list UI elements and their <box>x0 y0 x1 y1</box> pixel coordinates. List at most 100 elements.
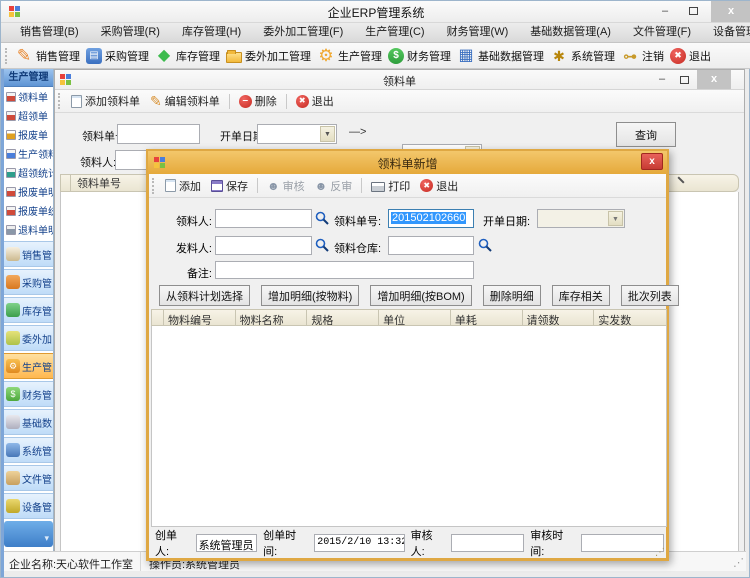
inventory-related-button[interactable]: 库存相关 <box>552 285 610 306</box>
sidebar-group-system[interactable]: 系统管 <box>4 437 53 463</box>
sidebar-group-production[interactable]: ⚙生产管 <box>4 353 53 379</box>
detail-grid-header[interactable]: 物料编号 物料名称 规格 单位 单耗 请领数 实发数 <box>151 309 667 326</box>
resize-grip-icon[interactable]: ⋰ <box>733 556 744 569</box>
search-icon[interactable] <box>314 210 330 226</box>
picker-input[interactable] <box>215 209 312 228</box>
detail-grid-body[interactable] <box>151 326 667 527</box>
col-material-no[interactable]: 物料编号 <box>164 310 236 325</box>
sidebar-group-purchase[interactable]: 采购管 <box>4 269 53 295</box>
toolbar-logout[interactable]: ⊶注销 <box>618 47 667 65</box>
toolbar-finance[interactable]: $财务管理 <box>385 48 454 64</box>
dialog-save-button[interactable]: 保存 <box>207 178 252 194</box>
toolbar-sales[interactable]: ✎销售管理 <box>12 47 83 65</box>
chevron-down-icon: ▾ <box>44 533 49 544</box>
date-combo[interactable]: ▼ <box>537 209 625 228</box>
menu-finance[interactable]: 财务管理(W) <box>436 23 520 42</box>
chevron-down-icon[interactable]: ▼ <box>320 126 335 142</box>
menu-equipment[interactable]: 设备管理(M) <box>702 23 750 42</box>
order-no-input[interactable] <box>117 124 200 144</box>
date-from-combo[interactable]: ▼ <box>257 124 337 144</box>
doc-icon <box>6 92 16 102</box>
child-minimize-button[interactable]: – <box>652 70 672 89</box>
menu-outsourcing[interactable]: 委外加工管理(F) <box>252 23 354 42</box>
search-icon[interactable] <box>314 237 330 253</box>
edit-request-button[interactable]: ✎编辑领料单 <box>146 93 224 109</box>
issuer-input[interactable] <box>215 236 312 255</box>
add-detail-by-bom-button[interactable]: 增加明细(按BOM) <box>370 285 471 306</box>
dialog-add-button[interactable]: 添加 <box>161 178 205 194</box>
query-button[interactable]: 查询 <box>616 122 676 147</box>
dialog-print-button[interactable]: 打印 <box>367 178 414 194</box>
dialog-titlebar[interactable]: 领料单新增 x <box>148 151 667 174</box>
close-button[interactable]: x <box>711 1 750 22</box>
sidebar-item-scrap-stats[interactable]: 报废单统 <box>4 201 53 220</box>
sidebar-item-scrap[interactable]: 报废单 <box>4 125 53 144</box>
menu-purchase[interactable]: 采购管理(R) <box>90 23 171 42</box>
sidebar-item-scrap-detail[interactable]: 报废单明 <box>4 182 53 201</box>
toolbar-exit[interactable]: ✖退出 <box>667 48 714 64</box>
dialog-exit-button[interactable]: ✖退出 <box>416 178 462 194</box>
delete-button[interactable]: –删除 <box>235 93 281 109</box>
doc-icon <box>71 95 82 108</box>
menu-files[interactable]: 文件管理(F) <box>622 23 702 42</box>
col-unit-usage[interactable]: 单耗 <box>451 310 523 325</box>
order-no-input[interactable]: 201502102660 <box>388 209 474 228</box>
toolbar-outsourcing[interactable]: 委外加工管理 <box>223 48 314 64</box>
files-icon <box>6 471 20 485</box>
menu-sales[interactable]: 销售管理(B) <box>9 23 90 42</box>
app-title: 企业ERP管理系统 <box>1 4 750 21</box>
menu-inventory[interactable]: 库存管理(H) <box>171 23 252 42</box>
key-icon: ⊶ <box>621 47 639 65</box>
maximize-button[interactable] <box>681 1 705 22</box>
dialog-close-button[interactable]: x <box>641 153 663 170</box>
minimize-button[interactable]: – <box>653 1 677 22</box>
sidebar-item-return-detail[interactable]: 退料单明 <box>4 220 53 239</box>
toolbar-system[interactable]: ✱系统管理 <box>547 47 618 65</box>
add-detail-by-material-button[interactable]: 增加明细(按物料) <box>261 285 359 306</box>
select-from-plan-button[interactable]: 从领料计划选择 <box>159 285 250 306</box>
sidebar-item-over-request[interactable]: 超领单 <box>4 106 53 125</box>
calculator-icon <box>6 225 16 235</box>
add-request-button[interactable]: 添加领料单 <box>67 93 144 109</box>
chevron-down-icon[interactable]: ▼ <box>608 211 623 226</box>
created-time-value[interactable]: 2015/2/10 13:32:55 <box>314 534 404 552</box>
sidebar-group-inventory[interactable]: 库存管 <box>4 297 53 323</box>
warehouse-input[interactable] <box>388 236 474 255</box>
new-material-request-dialog: 领料单新增 x 添加 保存 ☻审核 ☻反审 打印 ✖退出 领料人: 领料单号: … <box>146 149 669 561</box>
toolbar-inventory[interactable]: ◆库存管理 <box>152 47 223 65</box>
toolbar-production[interactable]: ⚙生产管理 <box>314 47 385 65</box>
sidebar-group-files[interactable]: 文件管 <box>4 465 53 491</box>
col-requested-qty[interactable]: 请领数 <box>523 310 595 325</box>
toolbar-purchase[interactable]: ▤采购管理 <box>83 48 152 64</box>
sidebar-item-over-stats[interactable]: 超领统计 <box>4 163 53 182</box>
col-spec[interactable]: 规格 <box>307 310 379 325</box>
sidebar-item-material-request[interactable]: 领料单 <box>4 87 53 106</box>
remark-input[interactable] <box>215 261 474 279</box>
auditor-label: 审核人: <box>411 527 446 559</box>
col-material-name[interactable]: 物料名称 <box>236 310 308 325</box>
search-icon[interactable] <box>477 237 493 253</box>
batch-list-button[interactable]: 批次列表 <box>621 285 679 306</box>
sidebar-group-sales[interactable]: 销售管 <box>4 241 53 267</box>
menu-production[interactable]: 生产管理(C) <box>354 23 435 42</box>
child-maximize-button[interactable] <box>674 70 694 89</box>
delete-detail-button[interactable]: 删除明细 <box>483 285 541 306</box>
sidebar-group-finance[interactable]: $财务管 <box>4 381 53 407</box>
sidebar-item-production-request[interactable]: 生产领料 <box>4 144 53 163</box>
sidebar-options-button[interactable]: ▾ <box>4 521 53 547</box>
exit-button[interactable]: ✖退出 <box>292 93 338 109</box>
child-window-title: 领料单 <box>55 73 744 89</box>
toolbar-basic-data[interactable]: ▦基础数据管理 <box>454 47 547 65</box>
audit-time-value[interactable] <box>581 534 664 552</box>
col-unit[interactable]: 单位 <box>379 310 451 325</box>
creator-value[interactable]: 系统管理员 <box>196 534 258 552</box>
dialog-footer: 创单人: 系统管理员 创单时间: 2015/2/10 13:32:55 审核人:… <box>151 529 664 556</box>
sidebar-group-equipment[interactable]: 设备管 <box>4 493 53 519</box>
menu-basic-data[interactable]: 基础数据管理(A) <box>519 23 622 42</box>
col-issued-qty[interactable]: 实发数 <box>594 310 666 325</box>
sidebar-group-outsourcing[interactable]: 委外加 <box>4 325 53 351</box>
auditor-value[interactable] <box>451 534 524 552</box>
sidebar-group-basic-data[interactable]: 基础数 <box>4 409 53 435</box>
child-close-button[interactable]: x <box>697 70 731 89</box>
resize-grip-icon[interactable]: ⋰ <box>655 547 665 558</box>
